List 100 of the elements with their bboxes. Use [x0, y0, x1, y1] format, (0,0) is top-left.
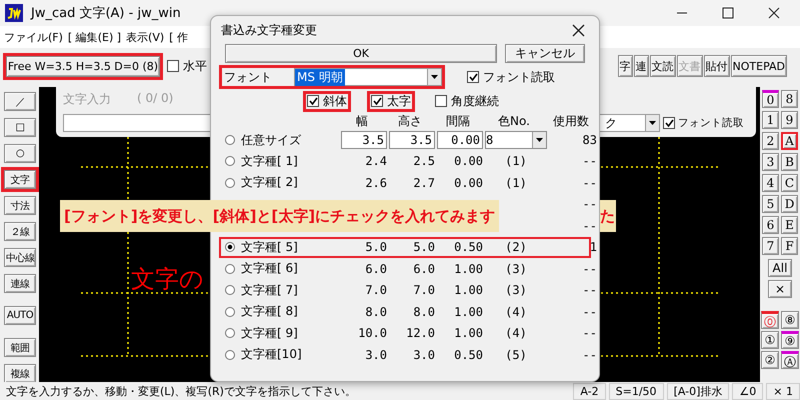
table-cell: 8.0: [365, 304, 387, 319]
layer-button[interactable]: D: [781, 195, 798, 213]
close-icon[interactable]: [768, 7, 780, 19]
radio-button[interactable]: [225, 242, 235, 252]
tool-button[interactable]: 範囲: [4, 338, 36, 357]
font-combobox[interactable]: MS 明朝: [294, 68, 442, 86]
toolbar-button[interactable]: 連: [634, 55, 649, 77]
layer-button[interactable]: 0: [762, 90, 779, 108]
menu-item[interactable]: [ 編集(E) ]: [68, 30, 122, 44]
layer-group-button[interactable]: ⑨: [781, 331, 799, 349]
table-cell: 2.6: [365, 176, 387, 190]
layer-button[interactable]: F: [781, 237, 798, 255]
tool-button[interactable]: □: [4, 118, 36, 137]
layer-control-button[interactable]: ×: [768, 280, 792, 298]
layer-button[interactable]: 2: [762, 132, 779, 150]
toolbar-button[interactable]: NOTEPAD: [730, 55, 787, 77]
close-icon[interactable]: [572, 24, 585, 36]
table-cell: --: [582, 154, 597, 168]
table-cell: --: [582, 326, 597, 340]
layer-group-button[interactable]: Ⓐ: [781, 351, 799, 369]
tool-button[interactable]: AUTO: [4, 306, 36, 325]
layer-button[interactable]: B: [781, 153, 798, 171]
radio-button[interactable]: [225, 350, 235, 360]
layer-group-button[interactable]: ⑧: [781, 311, 799, 329]
layer-button[interactable]: 5: [762, 195, 779, 213]
layer-group-button[interactable]: ⓪: [761, 311, 779, 329]
ok-button[interactable]: OK: [225, 44, 497, 63]
font-dropdown[interactable]: ク: [598, 114, 660, 132]
radio-button[interactable]: [225, 285, 235, 296]
color-dropdown[interactable]: 8: [485, 131, 547, 149]
tool-button[interactable]: 寸法: [4, 196, 36, 215]
checkbox[interactable]: [371, 95, 383, 107]
layer-group-button[interactable]: ②: [761, 351, 779, 369]
checkbox-label: 水平: [183, 58, 207, 74]
menu-item[interactable]: [ 作: [169, 30, 188, 44]
cancel-button[interactable]: キャンセル: [505, 44, 585, 63]
table-cell: 2.5: [413, 154, 435, 168]
annotation-banner: [フォント]を変更し、[斜体]と[太字]にチェックを入れてみます: [60, 200, 500, 232]
tool-button[interactable]: ／: [4, 92, 36, 111]
row-label: 文字種[ 1]: [241, 152, 298, 170]
checkbox-label: 太字: [387, 92, 411, 110]
row-label: 文字種[ 5]: [241, 238, 298, 256]
height-field[interactable]: 3.5: [389, 131, 435, 149]
table-cell-text: 83: [582, 133, 597, 147]
table-cell: 2.7: [413, 176, 435, 190]
radio-button[interactable]: [225, 264, 235, 274]
radio-button[interactable]: [225, 135, 235, 145]
layer-button[interactable]: A: [781, 132, 798, 150]
caret-icon: [427, 69, 441, 85]
table-cell: (4): [505, 326, 527, 340]
table-cell: 0.50: [454, 240, 483, 254]
layer-button[interactable]: 4: [762, 174, 779, 192]
width-field[interactable]: 3.5: [341, 131, 387, 149]
layer-button[interactable]: C: [781, 174, 798, 192]
radio-button[interactable]: [225, 328, 235, 338]
layer-button[interactable]: 1: [762, 111, 779, 129]
layer-button[interactable]: 9: [781, 111, 798, 129]
tool-button[interactable]: 連線: [4, 274, 36, 293]
spacing-field[interactable]: 0.00: [437, 131, 483, 149]
table-cell: --: [582, 283, 597, 298]
menu-item[interactable]: ファイル(F): [4, 30, 63, 44]
tool-button[interactable]: 複線: [4, 364, 36, 383]
table-cell: 7.0: [365, 283, 387, 298]
menu-item[interactable]: 表示(V): [126, 30, 164, 44]
app-logo-icon: [5, 4, 23, 22]
layer-button[interactable]: 7: [762, 237, 779, 255]
checkbox[interactable]: [307, 95, 319, 107]
layer-button[interactable]: 6: [762, 216, 779, 234]
table-cell: --: [582, 262, 597, 276]
tool-button[interactable]: 文字: [4, 170, 36, 189]
toolbar-button[interactable]: 貼付: [704, 55, 730, 77]
table-cell: 6.0: [365, 262, 387, 276]
table-cell: 1.00: [454, 283, 483, 298]
checkbox[interactable]: [435, 95, 447, 107]
layer-button[interactable]: 8: [781, 90, 798, 108]
font-label: フォント: [223, 68, 273, 86]
annotation-fragment: た: [600, 200, 616, 232]
radio-button[interactable]: [225, 178, 235, 188]
maximize-icon[interactable]: [722, 7, 734, 19]
status-cell: [A-0]排水: [666, 382, 730, 400]
window-title: Jw_cad 文字(A) - jw_win: [31, 5, 181, 22]
tool-button[interactable]: ２線: [4, 222, 36, 241]
layer-button[interactable]: 3: [762, 153, 779, 171]
caret-icon: [645, 115, 659, 131]
checkbox[interactable]: [167, 60, 179, 72]
table-cell: (1): [505, 176, 527, 190]
tool-button[interactable]: ○: [4, 144, 36, 163]
layer-control-button[interactable]: All: [768, 259, 792, 277]
checkbox[interactable]: [663, 117, 675, 129]
layer-group-button[interactable]: ①: [761, 331, 779, 349]
mode-button[interactable]: Free W=3.5 H=3.5 D=0 (8): [6, 56, 160, 76]
tool-button[interactable]: 中心線: [4, 248, 36, 267]
toolbar-button[interactable]: 文読: [650, 55, 676, 77]
checkbox[interactable]: [467, 71, 479, 83]
table-cell: (4): [505, 304, 527, 319]
toolbar-button[interactable]: 字: [618, 55, 633, 77]
radio-button[interactable]: [225, 306, 235, 317]
layer-button[interactable]: E: [781, 216, 798, 234]
radio-button[interactable]: [225, 156, 235, 166]
table-cell: 1.00: [454, 304, 483, 319]
